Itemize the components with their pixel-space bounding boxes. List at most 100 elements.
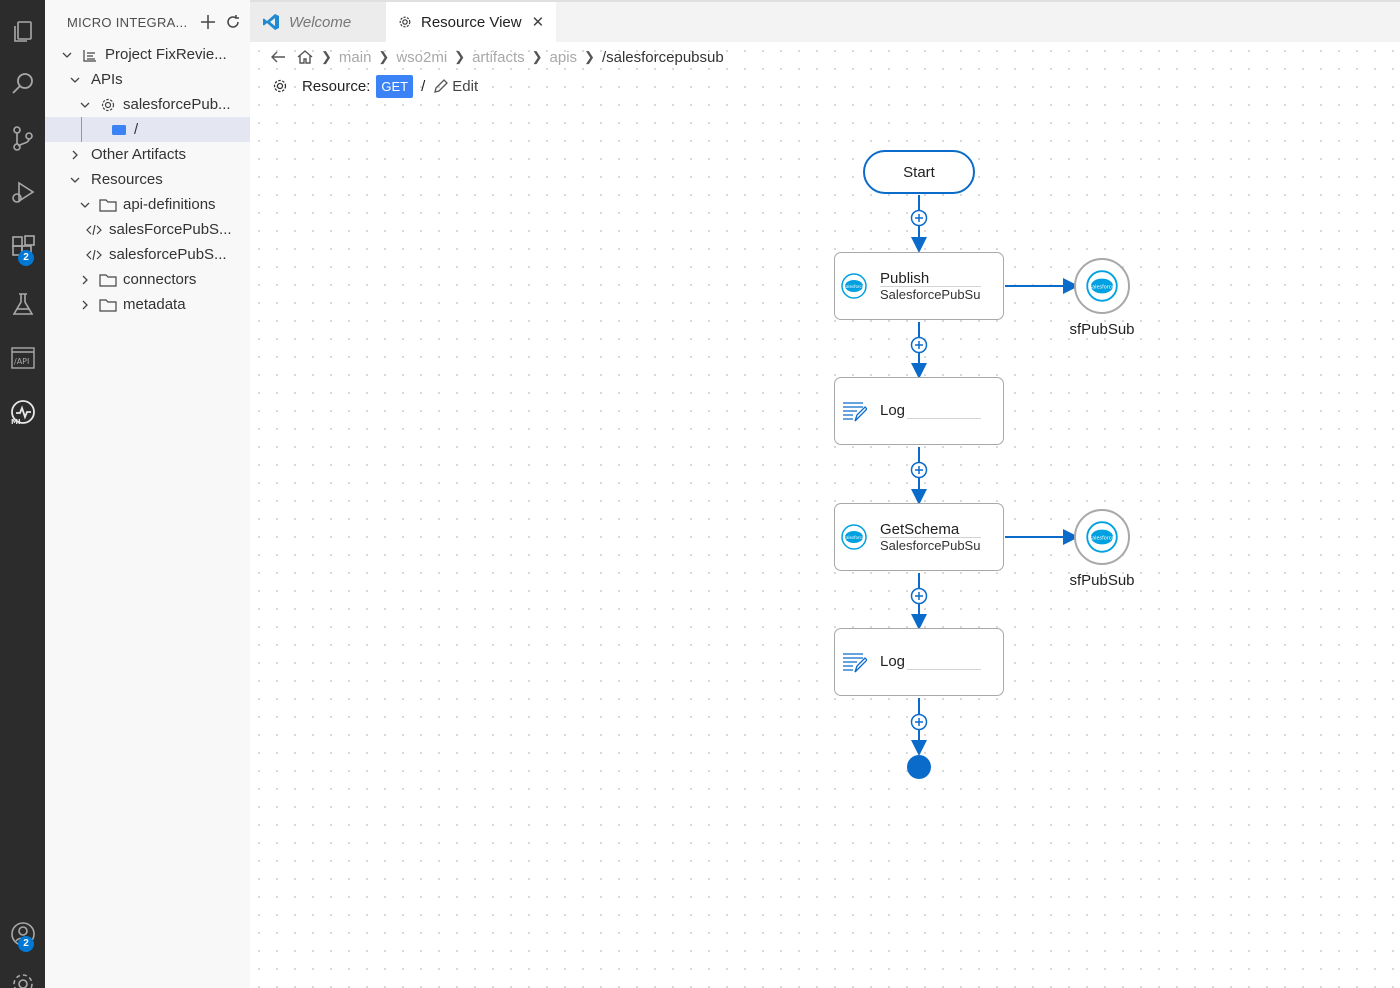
tree-item-file2[interactable]: salesforcePubS...: [45, 242, 250, 267]
connection-node[interactable]: salesforce: [1074, 509, 1130, 565]
chevron-down-icon: [77, 97, 93, 113]
code-file-icon: [85, 246, 103, 264]
resource-get-icon: [110, 121, 128, 139]
tree-item-resources[interactable]: Resources: [45, 167, 250, 192]
tree-label-connectors: connectors: [123, 271, 197, 288]
tree-label-apis: APIs: [91, 71, 123, 88]
mi-icon-text: MI: [11, 418, 21, 426]
tree-indent-guide: [81, 117, 82, 142]
tree-label-file2: salesforcePubS...: [109, 246, 227, 263]
connection-label: sfPubSub: [1069, 572, 1135, 589]
search-icon[interactable]: [0, 62, 45, 106]
chevron-right-icon: [67, 147, 83, 163]
folder-icon: [99, 196, 117, 214]
tree-label-metadata: metadata: [123, 296, 186, 313]
connection-label: sfPubSub: [1069, 321, 1135, 338]
tree-label-project: Project FixRevie...: [105, 46, 227, 63]
salesforce-logo-text: salesforce: [1090, 284, 1115, 290]
salesforce-icon: salesforce: [841, 524, 867, 550]
tree-item-connectors[interactable]: connectors: [45, 267, 250, 292]
log-node[interactable]: Log: [834, 628, 1004, 696]
connection-node[interactable]: salesforce: [1074, 258, 1130, 314]
tree-label-resource: /: [134, 121, 139, 138]
resource-view-editor: ❯ main ❯ wso2mi ❯ artifacts ❯ apis ❯ /sa…: [250, 42, 1400, 988]
refresh-icon[interactable]: [222, 11, 244, 33]
chevron-down-icon: [67, 72, 83, 88]
log-icon: [843, 653, 867, 673]
extensions-icon[interactable]: 2: [0, 226, 45, 270]
salesforce-icon: salesforce: [1086, 270, 1118, 302]
log-icon: [843, 402, 867, 422]
tree-label-api: salesforcePub...: [123, 96, 231, 113]
activity-bar: 2 /API MI 2: [0, 0, 45, 988]
extensions-badge: 2: [18, 250, 34, 266]
testing-icon[interactable]: [0, 282, 45, 326]
code-file-icon: [85, 221, 103, 239]
add-icon[interactable]: [197, 11, 219, 33]
tree-label-resources: Resources: [91, 171, 163, 188]
node-subtitle: SalesforcePubSu: [880, 538, 981, 553]
project-tree: Project FixRevie... APIs salesforcePub..…: [45, 42, 250, 317]
salesforce-icon: salesforce: [841, 273, 867, 299]
tree-item-other-artifacts[interactable]: Other Artifacts: [45, 142, 250, 167]
tree-label-file1: salesForcePubS...: [109, 221, 232, 238]
get-schema-node[interactable]: salesforce GetSchema SalesforcePubSu: [834, 503, 1004, 571]
folder-icon: [99, 271, 117, 289]
vscode-icon: [263, 14, 279, 30]
publish-node[interactable]: salesforce Publish SalesforcePubSu: [834, 252, 1004, 320]
salesforce-logo-text: salesforce: [844, 535, 865, 540]
tree-item-api-definitions[interactable]: api-definitions: [45, 192, 250, 217]
chevron-down-icon: [67, 172, 83, 188]
start-node[interactable]: Start: [863, 150, 975, 194]
tree-item-api[interactable]: salesforcePub...: [45, 92, 250, 117]
integration-diagram: Start salesforce Publish SalesforcePubSu…: [250, 42, 1400, 988]
api-icon-text: /API: [14, 357, 29, 366]
run-debug-icon[interactable]: [0, 170, 45, 214]
tab-welcome[interactable]: Welcome: [250, 2, 386, 42]
node-title: Log: [880, 653, 906, 670]
settings-icon[interactable]: [0, 962, 45, 988]
tab-resource-view[interactable]: Resource View ✕: [386, 2, 556, 42]
node-subtitle: SalesforcePubSu: [880, 287, 981, 302]
tab-welcome-label: Welcome: [289, 13, 352, 31]
sidebar-title: MICRO INTEGRA...: [67, 14, 188, 30]
chevron-right-icon: [77, 272, 93, 288]
divider: [907, 418, 981, 419]
sidebar-header: MICRO INTEGRA...: [67, 10, 244, 34]
node-title: GetSchema: [880, 521, 960, 538]
chevron-right-icon: [77, 297, 93, 313]
diagram-links: [910, 195, 1079, 756]
tab-bar: Welcome Resource View ✕: [250, 0, 1400, 42]
end-node: [907, 755, 931, 779]
tab-resource-view-label: Resource View: [421, 13, 522, 31]
salesforce-logo-text: salesforce: [844, 284, 865, 289]
tree-item-project[interactable]: Project FixRevie...: [45, 42, 250, 67]
salesforce-icon: salesforce: [1086, 521, 1118, 553]
salesforce-logo-text: salesforce: [1090, 535, 1115, 541]
chevron-down-icon: [77, 197, 93, 213]
api-gear-icon: [99, 96, 117, 114]
tree-label-other-artifacts: Other Artifacts: [91, 146, 187, 163]
tree-item-apis[interactable]: APIs: [45, 67, 250, 92]
tree-item-resource[interactable]: /: [45, 117, 250, 142]
divider: [907, 669, 981, 670]
node-title: Log: [880, 402, 906, 419]
close-icon[interactable]: ✕: [532, 13, 545, 31]
tree-item-metadata[interactable]: metadata: [45, 292, 250, 317]
folder-icon: [99, 296, 117, 314]
source-control-icon[interactable]: [0, 116, 45, 160]
explorer-icon[interactable]: [0, 8, 45, 52]
start-node-label: Start: [903, 163, 935, 181]
chevron-down-icon: [59, 47, 75, 63]
sidebar: MICRO INTEGRA... Project FixRevie... API…: [45, 0, 250, 988]
micro-integrator-icon[interactable]: MI: [0, 390, 45, 434]
accounts-icon[interactable]: 2: [0, 912, 45, 956]
log-node[interactable]: Log: [834, 377, 1004, 445]
project-icon: [81, 46, 99, 64]
api-icon[interactable]: /API: [0, 336, 45, 380]
node-title: Publish: [880, 270, 930, 287]
vscode-window: 2 /API MI 2 MICRO INTEGRA... Project Fix…: [0, 0, 1400, 988]
tree-item-file1[interactable]: salesForcePubS...: [45, 217, 250, 242]
tree-label-api-definitions: api-definitions: [123, 196, 216, 213]
accounts-badge: 2: [18, 936, 34, 952]
